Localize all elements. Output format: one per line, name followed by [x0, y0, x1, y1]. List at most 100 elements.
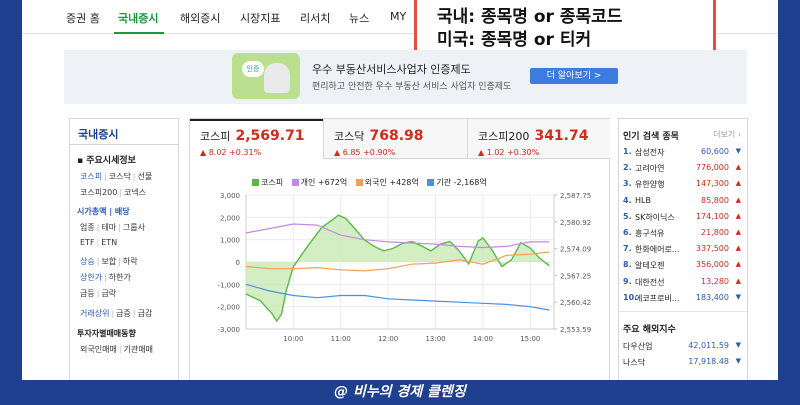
- popular-stock-row[interactable]: 9. 대한전선 13,280 ▲: [619, 275, 747, 291]
- up-arrow-icon: ▲: [735, 179, 741, 188]
- sidebar-link-futures[interactable]: 선물: [138, 172, 153, 181]
- sidebar-row: 코스피200 | 코넥스: [80, 188, 147, 197]
- y-right-tick-label: 2,580.92: [560, 219, 591, 227]
- tab-kospi200-name: 코스피200: [478, 130, 530, 143]
- sidebar-link-volume-top[interactable]: 거래상위: [80, 309, 109, 318]
- banner-learn-more-button[interactable]: 더 알아보기 >: [530, 68, 618, 84]
- popular-stock-row[interactable]: 6. 흥구석유 21,800 ▲: [619, 226, 747, 242]
- y-left-tick-label: 2,000: [220, 214, 240, 222]
- stock-name: HLB: [635, 195, 651, 205]
- y-left-tick-label: 3,000: [220, 192, 240, 200]
- rank-number: 7.: [623, 244, 632, 254]
- overseas-index-row[interactable]: 다우산업 42,011.59 ▼: [619, 339, 747, 355]
- stock-price: 337,500: [695, 244, 729, 254]
- overseas-index-row[interactable]: 나스닥 17,918.48 ▼: [619, 355, 747, 371]
- sidebar-row: 상승 | 보합 | 하락: [80, 257, 138, 266]
- sidebar-link-rise[interactable]: 상승: [80, 257, 95, 266]
- y-right-tick-label: 2,560.42: [560, 299, 591, 307]
- rank-number: 2.: [623, 163, 632, 173]
- sidebar-link-plunge[interactable]: 급락: [101, 289, 116, 298]
- sidebar-link-etn[interactable]: ETN: [101, 238, 117, 247]
- stock-price: 356,000: [695, 260, 729, 270]
- stock-name: 알테오젠: [635, 261, 665, 271]
- tab-kospi[interactable]: 코스피 2,569.71 ▲ 8.02 +0.31%: [190, 119, 323, 159]
- popular-stock-row[interactable]: 4. HLB 85,800 ▲: [619, 194, 747, 210]
- sidebar-link-sector[interactable]: 업종: [80, 223, 95, 232]
- sidebar-link-market-cap[interactable]: 시가총액 | 배당: [70, 198, 178, 217]
- sidebar-link-volume-surge[interactable]: 급증: [116, 309, 131, 318]
- intraday-chart[interactable]: 3,000 2,000 1,000 0 -1,000 -2,000 -3,000 2,587.…: [190, 187, 611, 380]
- overseas-index-name: 다우산업: [623, 341, 653, 351]
- sidebar-link-kospi[interactable]: 코스피: [80, 172, 102, 181]
- y-left-tick-label: 1,000: [220, 237, 240, 245]
- sidebar-link-konex[interactable]: 코넥스: [124, 188, 146, 197]
- nav-item-stock-home[interactable]: 증권 홈: [66, 10, 100, 26]
- callout-line-domestic: 국내: 종목명 or 종목코드: [437, 7, 623, 27]
- tab-kospi-name: 코스피: [200, 130, 231, 143]
- sidebar-link-kospi200[interactable]: 코스피200: [80, 188, 117, 197]
- y-right-tick-label: 2,567.25: [560, 272, 591, 280]
- rank-number: 1.: [623, 147, 632, 156]
- up-arrow-icon: ▲: [735, 195, 741, 204]
- nav-item-overseas[interactable]: 해외증시: [180, 10, 220, 26]
- sidebar-link-kosdaq[interactable]: 코스닥: [109, 172, 131, 181]
- sidebar-link-flat[interactable]: 보합: [101, 257, 116, 266]
- x-tick-label: 10:00: [283, 335, 303, 343]
- tab-kospi-value: 2,569.71: [235, 128, 305, 144]
- y-left-tick-label: -2,000: [217, 304, 240, 312]
- sidebar-row: 코스피 | 코스닥 | 선물: [80, 172, 153, 181]
- popular-stock-row[interactable]: 2. 고려아연 776,000 ▲: [619, 161, 747, 177]
- sidebar-row: 외국인매매 | 기관매매: [80, 345, 153, 354]
- sidebar-link-etf[interactable]: ETF: [80, 238, 95, 247]
- down-arrow-icon: ▼: [735, 340, 741, 349]
- popular-stock-row[interactable]: 1. 삼성전자 60,600 ▼: [619, 145, 747, 161]
- popular-stock-row[interactable]: 10. 에코프로비... 183,400 ▼: [619, 291, 747, 307]
- x-tick-label: 15:00: [520, 335, 540, 343]
- nav-item-my[interactable]: MY: [390, 10, 406, 23]
- sidebar-section-main: ▪ 주요시세정보: [77, 156, 136, 166]
- stock-name: 에코프로비...: [635, 293, 680, 303]
- left-sidebar: 국내증시 ▪ 주요시세정보 코스피 | 코스닥 | 선물 코스피200 | 코넥스 시가총액…: [69, 118, 179, 380]
- nav-item-indicators[interactable]: 시장지표: [240, 10, 280, 26]
- sidebar-link-institution-trading[interactable]: 기관매매: [124, 345, 153, 354]
- ad-banner[interactable]: 인증 우수 부동산서비스사업자 인증제도 편리하고 안전한 우수 부동산 서비스…: [64, 50, 747, 104]
- popular-stock-row[interactable]: 8. 알테오젠 356,000 ▲: [619, 258, 747, 274]
- popular-stock-row[interactable]: 5. SK하이닉스 174,100 ▲: [619, 210, 747, 226]
- tab-kosdaq[interactable]: 코스닥 768.98 ▲ 6.85 +0.90%: [323, 119, 467, 159]
- nav-item-research[interactable]: 리서치: [300, 10, 330, 26]
- sidebar-link-theme[interactable]: 테마: [101, 223, 116, 232]
- sidebar-link-lower-limit[interactable]: 하한가: [109, 273, 131, 282]
- sidebar-link-volume-drop[interactable]: 급감: [138, 309, 153, 318]
- popular-stock-row[interactable]: 3. 유한양행 147,300 ▲: [619, 177, 747, 193]
- certification-badge-icon: 인증: [242, 61, 264, 77]
- stock-price: 85,800: [701, 195, 729, 205]
- nav-item-domestic[interactable]: 국내증시: [118, 10, 158, 26]
- up-arrow-icon: ▲: [735, 227, 741, 236]
- active-tab-indicator: [190, 119, 323, 121]
- sidebar-row: 급등 | 급락: [80, 289, 117, 298]
- sidebar-link-fall[interactable]: 하락: [123, 257, 138, 266]
- popular-search-panel: 인기 검색 종목 더보기 › 1. 삼성전자 60,600 ▼ 2. 고려아연 776,00…: [618, 118, 748, 380]
- overseas-index-price: 42,011.59: [688, 340, 729, 350]
- popular-stock-row[interactable]: 7. 한화에어로... 337,500 ▲: [619, 242, 747, 258]
- stock-name: 삼성전자: [635, 148, 665, 157]
- sidebar-title: 국내증시: [70, 119, 178, 145]
- mascot-icon: [264, 63, 290, 93]
- sidebar-link-upper-limit[interactable]: 상한가: [80, 273, 102, 282]
- nav-item-news[interactable]: 뉴스: [349, 10, 369, 26]
- sidebar-row: 업종 | 테마 | 그룹사: [80, 223, 145, 232]
- stock-price: 21,800: [701, 227, 729, 237]
- sidebar-row: 거래상위 | 급증 | 급감: [80, 309, 153, 318]
- sidebar-link-group[interactable]: 그룹사: [123, 223, 145, 232]
- tab-kospi200-value: 341.74: [534, 128, 589, 144]
- series-line-institution: [245, 283, 550, 311]
- sidebar-link-surge[interactable]: 급등: [80, 289, 95, 298]
- stock-name: 한화에어로...: [635, 245, 680, 255]
- nav-active-indicator: [114, 32, 164, 34]
- sidebar-link-foreign-trading[interactable]: 외국인매매: [80, 345, 117, 354]
- popular-search-more-link[interactable]: 더보기 ›: [713, 129, 741, 140]
- y-left-tick-label: 0: [236, 259, 240, 267]
- x-tick-label: 12:00: [378, 335, 398, 343]
- tab-kospi200[interactable]: 코스피200 341.74 ▲ 1.02 +0.30%: [467, 119, 610, 159]
- sidebar-section-investor[interactable]: 투자자별매매동향: [70, 319, 178, 339]
